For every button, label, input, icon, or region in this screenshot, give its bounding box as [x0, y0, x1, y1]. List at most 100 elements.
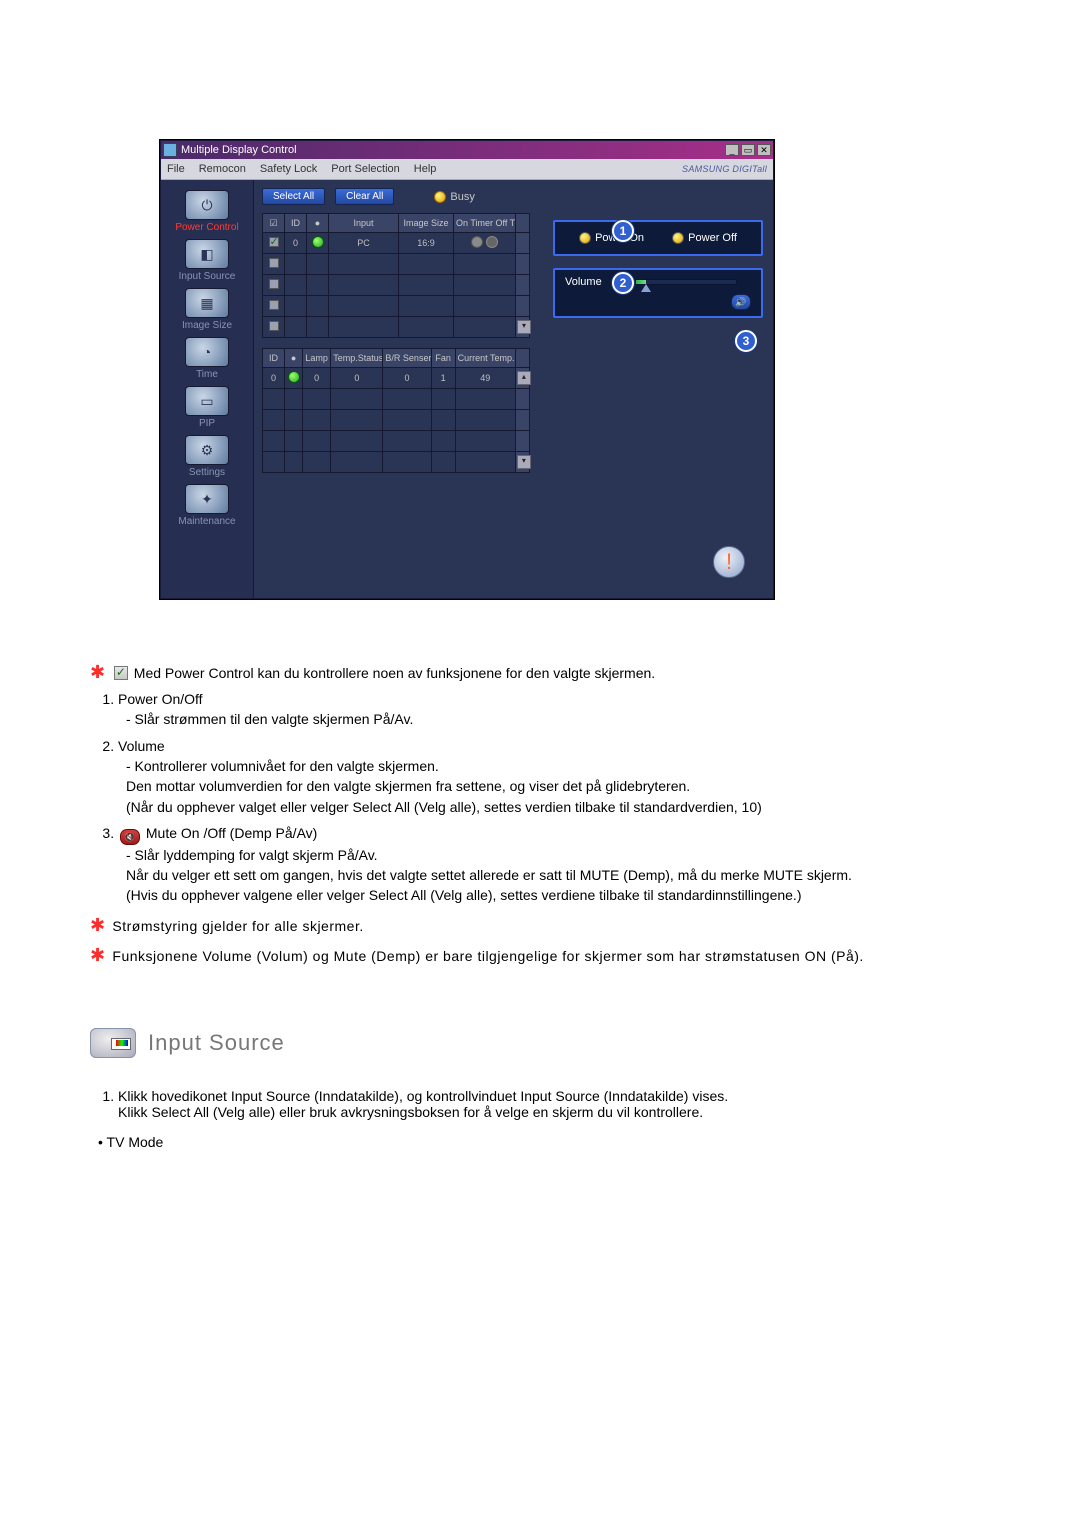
- mute-button[interactable]: 🔊: [731, 294, 751, 310]
- note-text: Strømstyring gjelder for alle skjermer.: [112, 918, 363, 934]
- grid-row[interactable]: [263, 254, 530, 275]
- note-text: Funksjonene Volume (Volum) og Mute (Demp…: [112, 948, 863, 964]
- busy-indicator: Busy: [434, 191, 474, 203]
- col-brsensor: B/R Senser: [383, 349, 431, 368]
- volume-label: Volume: [565, 276, 602, 288]
- sidebar-item-power-control[interactable]: ⏻ Power Control: [167, 190, 247, 233]
- intro-line: ✱ Med Power Control kan du kontrollere n…: [90, 659, 990, 685]
- busy-label: Busy: [450, 191, 474, 203]
- item-line: (Når du opphever valget eller velger Sel…: [126, 797, 990, 817]
- grid-row[interactable]: [263, 296, 530, 317]
- col-status: ●: [285, 349, 303, 368]
- grid2-row[interactable]: [263, 431, 530, 452]
- titlebar: Multiple Display Control _ ▭ ✕: [161, 141, 773, 159]
- clear-all-button[interactable]: Clear All: [335, 188, 394, 205]
- brand-label: SAMSUNG DIGITall: [682, 164, 767, 174]
- minimize-button[interactable]: _: [725, 144, 739, 156]
- col-lamp: Lamp: [303, 349, 331, 368]
- row-checkbox[interactable]: [269, 279, 279, 289]
- cell-currenttemp: 49: [455, 368, 515, 389]
- star-icon: ✱: [90, 659, 108, 685]
- star-icon: ✱: [90, 942, 108, 968]
- select-all-button[interactable]: Select All: [262, 188, 325, 205]
- grid-row[interactable]: 0 PC 16:9: [263, 233, 530, 254]
- note-line: ✱ Funksjonene Volume (Volum) og Mute (De…: [90, 942, 990, 968]
- volume-panel: Volume 10 🔊: [553, 268, 763, 318]
- grid2-row[interactable]: 0 0 0 0 1 49 ▴: [263, 368, 530, 389]
- power-icon: ⏻: [185, 190, 229, 220]
- menu-portselection[interactable]: Port Selection: [331, 163, 399, 175]
- menu-help[interactable]: Help: [414, 163, 437, 175]
- numbered-list: Power On/Off - Slår strømmen til den val…: [90, 689, 990, 906]
- item-line: Når du velger ett sett om gangen, hvis d…: [126, 865, 990, 885]
- maintenance-icon: ✦: [185, 484, 229, 514]
- power-off-radio[interactable]: Power Off: [672, 232, 737, 244]
- time-icon: ◔: [185, 337, 229, 367]
- item-line: - Slår lyddemping for valgt skjerm På/Av…: [126, 845, 990, 865]
- list-item: 🔇 Mute On /Off (Demp På/Av) - Slår lydde…: [118, 823, 990, 906]
- item-line: - Slår strømmen til den valgte skjermen …: [126, 709, 990, 729]
- input-source-icon: ◧: [185, 239, 229, 269]
- grid-scroll-cell: [516, 233, 530, 254]
- section-line1: Klikk hovedikonet Input Source (Inndatak…: [118, 1088, 728, 1104]
- page-root: Multiple Display Control _ ▭ ✕ File Remo…: [0, 0, 1080, 1527]
- grid-row[interactable]: ▾: [263, 317, 530, 338]
- grid-col-imagesize: Image Size: [399, 214, 454, 233]
- sidebar-item-pip[interactable]: ▭ PIP: [167, 386, 247, 429]
- close-button[interactable]: ✕: [757, 144, 771, 156]
- col-currenttemp: Current Temp.: [455, 349, 515, 368]
- menu-file[interactable]: File: [167, 163, 185, 175]
- image-size-icon: ▦: [185, 288, 229, 318]
- section-title: Input Source: [148, 1030, 285, 1056]
- grid-col-id: ID: [285, 214, 307, 233]
- main-panel: Select All Clear All Busy: [254, 180, 773, 598]
- callout-3: 3: [735, 330, 757, 352]
- menu-remocon[interactable]: Remocon: [199, 163, 246, 175]
- grid-header-row: ☑ ID ● Input Image Size On Timer Off T: [263, 214, 530, 233]
- sidebar-item-input-source[interactable]: ◧ Input Source: [167, 239, 247, 282]
- status-dot-icon: [312, 236, 324, 248]
- list-item: Power On/Off - Slår strømmen til den val…: [118, 689, 990, 730]
- grid-col-checkbox[interactable]: ☑: [263, 214, 285, 233]
- grid2-row[interactable]: [263, 389, 530, 410]
- display-grid: ☑ ID ● Input Image Size On Timer Off T 0: [262, 213, 530, 338]
- toolbar: Select All Clear All Busy: [262, 188, 765, 205]
- scroll-up-button[interactable]: ▴: [517, 371, 531, 385]
- app-window: Multiple Display Control _ ▭ ✕ File Remo…: [160, 140, 774, 599]
- scroll-down-button[interactable]: ▾: [517, 455, 531, 469]
- cell-fan: 1: [431, 368, 455, 389]
- sidebar-item-image-size[interactable]: ▦ Image Size: [167, 288, 247, 331]
- grid2-row[interactable]: [263, 410, 530, 431]
- grid2-row[interactable]: ▾: [263, 452, 530, 473]
- window-title: Multiple Display Control: [181, 144, 725, 156]
- row-checkbox[interactable]: [269, 321, 279, 331]
- sidebar-item-label: PIP: [167, 418, 247, 429]
- cell-lamp: 0: [303, 368, 331, 389]
- cell-id: 0: [285, 233, 307, 254]
- row-checkbox[interactable]: [269, 300, 279, 310]
- mute-chip-icon: 🔇: [120, 829, 140, 845]
- scroll-down-button[interactable]: ▾: [517, 320, 531, 334]
- sidebar-item-time[interactable]: ◔ Time: [167, 337, 247, 380]
- sidebar-item-label: Image Size: [167, 320, 247, 331]
- sidebar: ⏻ Power Control ◧ Input Source ▦ Image S…: [161, 180, 254, 598]
- bullet-text: TV Mode: [107, 1134, 164, 1150]
- grid-row[interactable]: [263, 275, 530, 296]
- sidebar-item-settings[interactable]: ⚙ Settings: [167, 435, 247, 478]
- sidebar-item-label: Settings: [167, 467, 247, 478]
- row-checkbox[interactable]: [269, 258, 279, 268]
- grid-col-timer: On Timer Off T: [454, 214, 516, 233]
- sidebar-item-maintenance[interactable]: ✦ Maintenance: [167, 484, 247, 527]
- radio-icon: [672, 232, 684, 244]
- volume-slider[interactable]: [635, 279, 737, 285]
- menu-safetylock[interactable]: Safety Lock: [260, 163, 317, 175]
- row-checkbox[interactable]: [269, 237, 279, 247]
- slider-handle-icon[interactable]: [641, 284, 651, 292]
- app-icon: [163, 143, 177, 157]
- sidebar-item-label: Input Source: [167, 271, 247, 282]
- maximize-button[interactable]: ▭: [741, 144, 755, 156]
- item-line: - Kontrollerer volumnivået for den valgt…: [126, 756, 990, 776]
- grid-scroll-col: [516, 214, 530, 233]
- list-item: Volume - Kontrollerer volumnivået for de…: [118, 736, 990, 817]
- grid2-header-row: ID ● Lamp Temp.Status B/R Senser Fan Cur…: [263, 349, 530, 368]
